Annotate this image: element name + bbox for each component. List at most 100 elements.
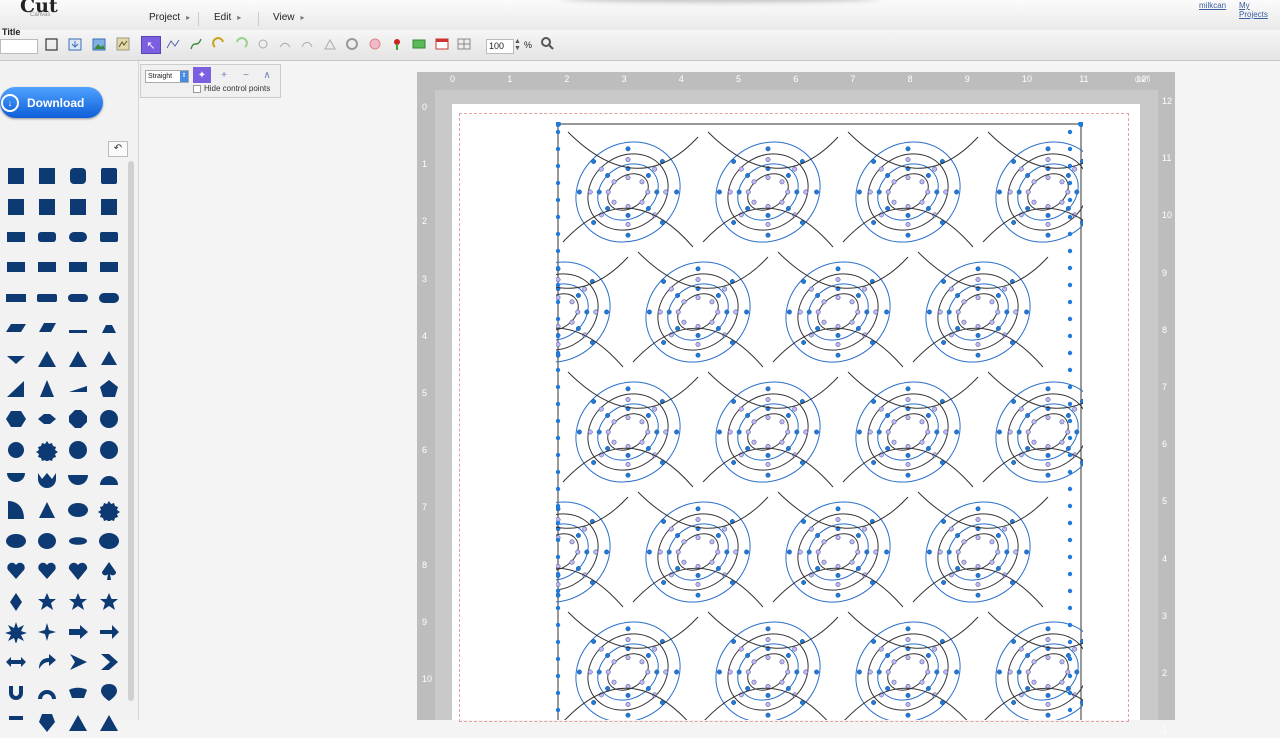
shape-item[interactable] xyxy=(62,647,93,677)
shape-item[interactable] xyxy=(62,435,93,465)
shape-item[interactable] xyxy=(93,647,124,677)
shape-item[interactable] xyxy=(31,526,62,556)
shape-item[interactable] xyxy=(0,708,31,738)
shape-item[interactable] xyxy=(0,617,31,647)
shape-item[interactable] xyxy=(31,222,62,252)
shape-item[interactable] xyxy=(93,465,124,495)
shape-item[interactable] xyxy=(0,161,31,191)
shape-item[interactable] xyxy=(0,556,31,586)
shape-item[interactable] xyxy=(62,161,93,191)
shape-item[interactable] xyxy=(62,495,93,525)
shape-item[interactable] xyxy=(0,495,31,525)
shape-item[interactable] xyxy=(93,526,124,556)
pen-tool-icon[interactable] xyxy=(187,36,205,52)
search-icon[interactable] xyxy=(540,36,556,52)
shape-item[interactable] xyxy=(31,283,62,313)
shape-item[interactable] xyxy=(0,283,31,313)
shape-item[interactable] xyxy=(93,404,124,434)
undo-tool-icon[interactable] xyxy=(210,36,228,52)
shape-item[interactable] xyxy=(62,222,93,252)
zoom-stepper[interactable]: ▲ ▼ xyxy=(514,38,521,52)
shape-item[interactable] xyxy=(0,191,31,221)
user-name-link[interactable]: milkcan xyxy=(1199,1,1226,10)
download-button[interactable]: ↓ Download xyxy=(0,87,103,118)
shape-item[interactable] xyxy=(62,617,93,647)
shape-item[interactable] xyxy=(0,526,31,556)
node-select-icon[interactable]: ↖ xyxy=(141,36,161,54)
fill-tool-icon[interactable] xyxy=(366,36,384,52)
shape-item[interactable] xyxy=(0,465,31,495)
smooth-node-icon[interactable]: ✦ xyxy=(193,67,211,83)
shape-item[interactable] xyxy=(93,343,124,373)
shape-item[interactable] xyxy=(93,222,124,252)
shape-item[interactable] xyxy=(0,343,31,373)
delete-node-icon[interactable]: − xyxy=(237,67,255,83)
path-tool-icon[interactable] xyxy=(254,36,272,52)
line-tool-icon[interactable] xyxy=(164,36,182,52)
shape-item[interactable] xyxy=(93,678,124,708)
shape-item[interactable] xyxy=(93,374,124,404)
shape-item[interactable] xyxy=(0,252,31,282)
shape-item[interactable] xyxy=(31,161,62,191)
shape-item[interactable] xyxy=(31,252,62,282)
shape-item[interactable] xyxy=(62,374,93,404)
add-node-icon[interactable]: + xyxy=(215,67,233,83)
shape-item[interactable] xyxy=(93,708,124,738)
shape-item[interactable] xyxy=(93,586,124,616)
rectangle-tool-icon[interactable] xyxy=(42,36,60,52)
shape-item[interactable] xyxy=(31,708,62,738)
shape-item[interactable] xyxy=(93,283,124,313)
shape-item[interactable] xyxy=(0,647,31,677)
shape-item[interactable] xyxy=(0,222,31,252)
shape-item[interactable] xyxy=(31,404,62,434)
shape-item[interactable] xyxy=(0,678,31,708)
shape-item[interactable] xyxy=(62,678,93,708)
shape-item[interactable] xyxy=(31,617,62,647)
eraser-tool-icon[interactable] xyxy=(298,36,316,52)
shape-item[interactable] xyxy=(93,617,124,647)
trace-icon[interactable] xyxy=(114,36,132,52)
shape-item[interactable] xyxy=(31,313,62,343)
shape-item[interactable] xyxy=(0,586,31,616)
corner-node-icon[interactable]: ∧ xyxy=(258,67,276,83)
segment-type-select[interactable]: Straight ⇕ xyxy=(145,70,189,83)
shape-item[interactable] xyxy=(31,647,62,677)
shape-item[interactable] xyxy=(31,495,62,525)
shape-item[interactable] xyxy=(93,191,124,221)
shape-item[interactable] xyxy=(62,708,93,738)
crop-tool-icon[interactable] xyxy=(410,36,428,52)
shape-item[interactable] xyxy=(62,191,93,221)
shape-item[interactable] xyxy=(62,556,93,586)
shape-item[interactable] xyxy=(62,343,93,373)
shape-item[interactable] xyxy=(0,313,31,343)
zoom-input[interactable]: 100 xyxy=(486,39,514,54)
shape-item[interactable] xyxy=(62,252,93,282)
shape-item[interactable] xyxy=(0,404,31,434)
shape-item[interactable] xyxy=(0,374,31,404)
shape-item[interactable] xyxy=(31,556,62,586)
circle-tool-icon[interactable] xyxy=(343,36,361,52)
drop-tool-icon[interactable] xyxy=(388,36,406,52)
image-icon[interactable] xyxy=(90,36,108,52)
shape-item[interactable] xyxy=(0,435,31,465)
shape-item[interactable] xyxy=(31,435,62,465)
shape-item[interactable] xyxy=(31,465,62,495)
shape-item[interactable] xyxy=(31,374,62,404)
swirl-pattern-path[interactable] xyxy=(556,122,1083,720)
title-input[interactable] xyxy=(0,39,38,54)
menu-edit[interactable]: Edit ▸ xyxy=(214,12,241,26)
pencil-tool-icon[interactable] xyxy=(276,36,294,52)
shape-item[interactable] xyxy=(31,678,62,708)
shape-item[interactable] xyxy=(93,161,124,191)
shape-item[interactable] xyxy=(62,526,93,556)
shape-item[interactable] xyxy=(31,343,62,373)
app-logo[interactable]: Cut Canvas xyxy=(0,0,62,22)
menu-project[interactable]: Project ▸ xyxy=(149,12,190,26)
shape-item[interactable] xyxy=(93,556,124,586)
grid-tool-icon[interactable] xyxy=(455,36,473,52)
shape-item[interactable] xyxy=(93,313,124,343)
shape-item[interactable] xyxy=(93,252,124,282)
shape-item[interactable] xyxy=(62,313,93,343)
menu-view[interactable]: View ▸ xyxy=(273,12,305,26)
design-canvas[interactable] xyxy=(556,122,1083,720)
